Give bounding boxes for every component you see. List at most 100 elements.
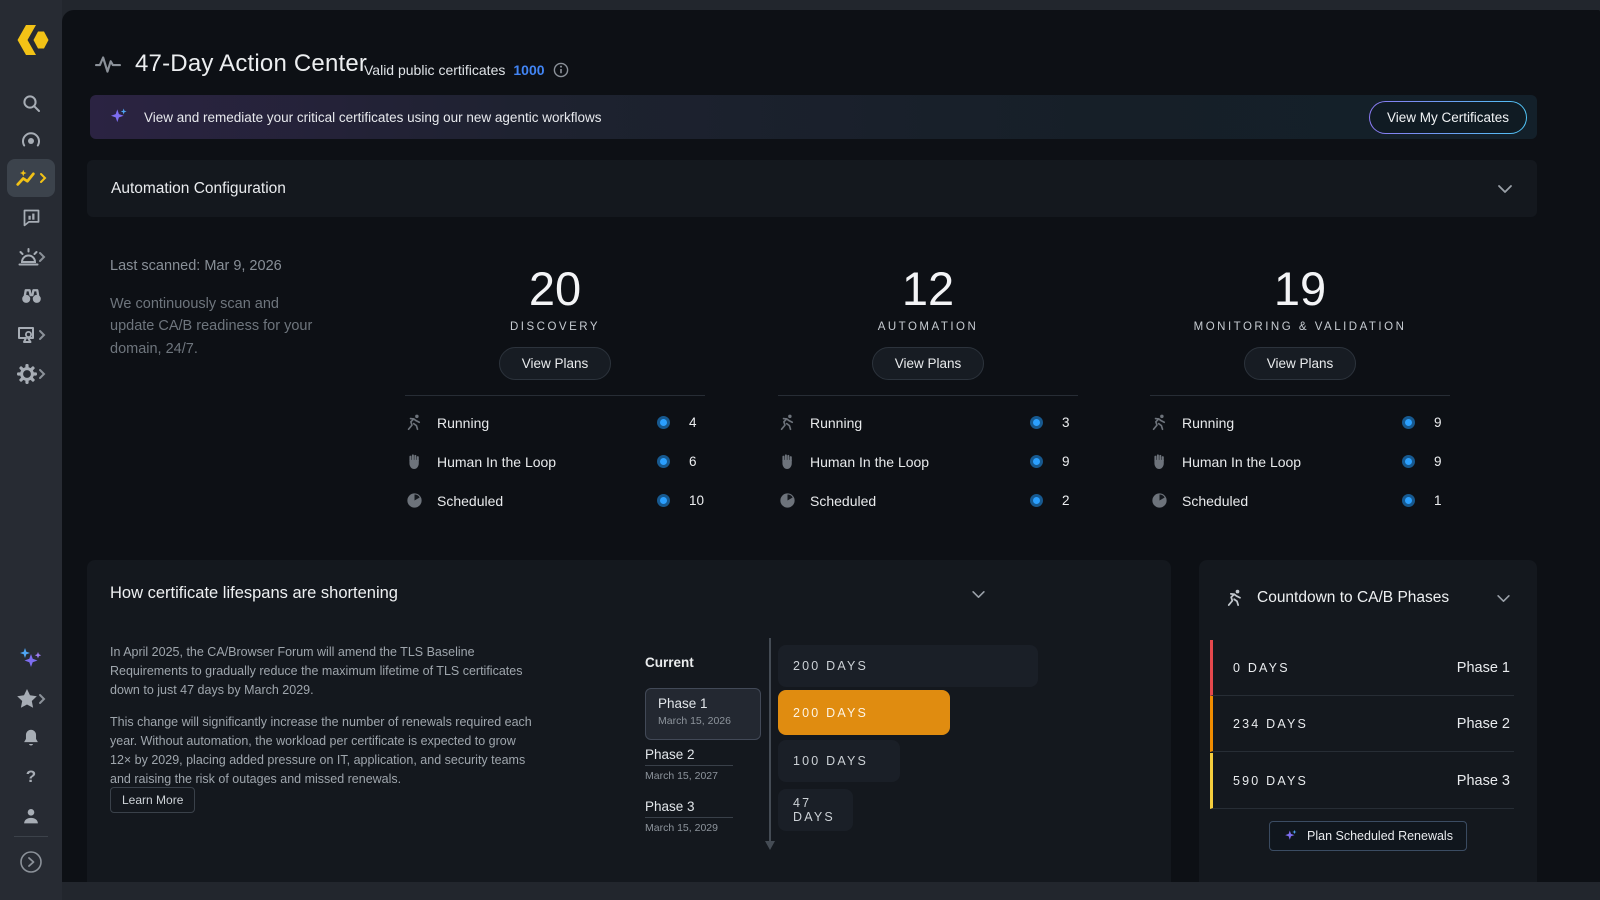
stat-category: DISCOVERY — [405, 321, 705, 333]
stat-row-label: Scheduled — [1182, 493, 1389, 509]
main-window: 47-Day Action Center Valid public certif… — [62, 10, 1600, 882]
valid-certificates-label: Valid public certificates — [364, 62, 505, 78]
plan-scheduled-renewals-button[interactable]: Plan Scheduled Renewals — [1269, 821, 1467, 851]
valid-certificates: Valid public certificates 1000 — [364, 62, 569, 78]
stat-rows: Running 9 Human In the Loop 9 Scheduled … — [1150, 395, 1450, 520]
view-plans-button[interactable]: View Plans — [1244, 347, 1357, 380]
sidebar-item-dashboard[interactable] — [0, 198, 62, 236]
count-dot — [1030, 455, 1043, 468]
sidebar-item-automation-active[interactable] — [7, 159, 55, 197]
chevron-down-icon — [971, 590, 986, 599]
runner-icon — [1225, 588, 1245, 608]
stat-rows: Running 4 Human In the Loop 6 Scheduled … — [405, 395, 705, 520]
valid-certificates-count[interactable]: 1000 — [513, 62, 544, 78]
brand-logo[interactable] — [0, 18, 62, 62]
info-icon[interactable] — [553, 62, 569, 78]
stat-column-discovery: 20 DISCOVERY View Plans Running 4 Human … — [405, 265, 705, 520]
stat-row-label: Scheduled — [437, 493, 644, 509]
stat-row-scheduled: Scheduled 1 — [1150, 481, 1450, 520]
count-dot — [657, 416, 670, 429]
stat-category: AUTOMATION — [778, 321, 1078, 333]
sidebar-item-search[interactable] — [0, 84, 62, 122]
stat-row-value: 3 — [1062, 415, 1078, 430]
agentic-workflows-banner: View and remediate your critical certifi… — [90, 95, 1537, 139]
countdown-row-phase-2: 234 DAYS Phase 2 — [1210, 696, 1514, 752]
gear-icon — [16, 363, 46, 385]
clock-icon — [1150, 491, 1169, 510]
sidebar-divider — [14, 836, 48, 837]
stat-row-label: Running — [1182, 415, 1389, 431]
timeline-arrow — [769, 638, 771, 846]
stat-count: 19 — [1150, 265, 1450, 312]
sidebar-item-help[interactable]: ? — [0, 758, 62, 796]
stat-row-value: 9 — [1434, 454, 1450, 469]
view-plans-button[interactable]: View Plans — [499, 347, 612, 380]
current-label: Current — [645, 655, 694, 670]
stat-column-automation: 12 AUTOMATION View Plans Running 3 Human… — [778, 265, 1078, 520]
phase-item-1[interactable]: Phase 1 March 15, 2026 — [645, 688, 761, 740]
runner-icon — [778, 413, 797, 432]
count-dot — [1402, 455, 1415, 468]
hand-icon — [778, 452, 797, 471]
sidebar-item-settings[interactable] — [0, 355, 62, 393]
view-my-certificates-button[interactable]: View My Certificates — [1369, 101, 1527, 134]
phase-name: Phase 2 — [645, 747, 733, 766]
lifespans-title: How certificate lifespans are shortening — [110, 584, 398, 603]
sidebar-item-target[interactable] — [0, 122, 62, 160]
phase-item-3[interactable]: Phase 3 March 15, 2029 — [645, 798, 745, 834]
view-plans-button[interactable]: View Plans — [872, 347, 985, 380]
inspect-icon — [16, 324, 46, 346]
learn-more-button[interactable]: Learn More — [110, 787, 195, 813]
count-dot — [1402, 494, 1415, 507]
countdown-card: Countdown to CA/B Phases 0 DAYS Phase 1 … — [1199, 560, 1537, 882]
lifespans-paragraph-2: This change will significantly increase … — [110, 713, 538, 789]
sidebar-item-incidents[interactable] — [0, 238, 62, 276]
sidebar-item-favorites[interactable] — [0, 680, 62, 718]
lifespan-bar-200-current: 200 DAYS — [778, 645, 1038, 687]
count-dot — [657, 494, 670, 507]
lifespans-card: How certificate lifespans are shortening… — [87, 560, 1171, 882]
stat-row-scheduled: Scheduled 2 — [778, 481, 1078, 520]
stat-category: MONITORING & VALIDATION — [1150, 321, 1450, 333]
sparkle-icon — [1283, 828, 1299, 844]
count-dot — [657, 455, 670, 468]
collapse-toggle[interactable] — [971, 586, 986, 604]
sidebar-item-account[interactable] — [0, 797, 62, 835]
countdown-header: Countdown to CA/B Phases — [1225, 588, 1511, 608]
chevron-down-icon[interactable] — [1496, 594, 1511, 603]
lifespan-bar-200-highlight: 200 DAYS — [778, 690, 950, 735]
view-my-certificates-label: View My Certificates — [1370, 102, 1526, 133]
countdown-phase: Phase 1 — [1457, 660, 1510, 676]
collapse-toggle[interactable] — [1497, 184, 1513, 194]
phase-date: March 15, 2027 — [645, 770, 745, 782]
sidebar-item-inspect[interactable] — [0, 316, 62, 354]
sidebar-item-discovery[interactable] — [0, 277, 62, 315]
stat-row-value: 9 — [1062, 454, 1078, 469]
help-icon: ? — [26, 767, 36, 787]
lifespan-bar-100: 100 DAYS — [778, 740, 900, 782]
sidebar-item-notifications[interactable] — [0, 719, 62, 757]
clock-icon — [778, 491, 797, 510]
countdown-days: 0 DAYS — [1233, 661, 1290, 675]
stat-row-value: 10 — [689, 493, 705, 508]
automation-configuration-header[interactable]: Automation Configuration — [87, 160, 1537, 217]
sidebar: ? — [0, 0, 62, 900]
phase-name: Phase 1 — [658, 696, 748, 711]
scan-info: Last scanned: Mar 9, 2026 We continuousl… — [110, 258, 320, 360]
page-header: 47-Day Action Center — [95, 50, 367, 78]
phase-date: March 15, 2029 — [645, 822, 745, 834]
phase-item-2[interactable]: Phase 2 March 15, 2027 — [645, 746, 745, 782]
automation-icon — [15, 167, 37, 189]
count-dot — [1402, 416, 1415, 429]
stat-row-running: Running 3 — [778, 403, 1078, 442]
logo-icon — [13, 24, 49, 56]
scan-description: We continuously scan and update CA/B rea… — [110, 293, 320, 360]
sidebar-item-ai[interactable] — [0, 640, 62, 678]
target-icon — [20, 130, 42, 152]
automation-configuration-title: Automation Configuration — [111, 180, 286, 198]
sidebar-expand-button[interactable] — [0, 843, 62, 881]
pulse-icon — [95, 51, 121, 77]
stat-row-label: Running — [437, 415, 644, 431]
countdown-phase: Phase 3 — [1457, 773, 1510, 789]
plan-scheduled-renewals-label: Plan Scheduled Renewals — [1307, 829, 1453, 843]
